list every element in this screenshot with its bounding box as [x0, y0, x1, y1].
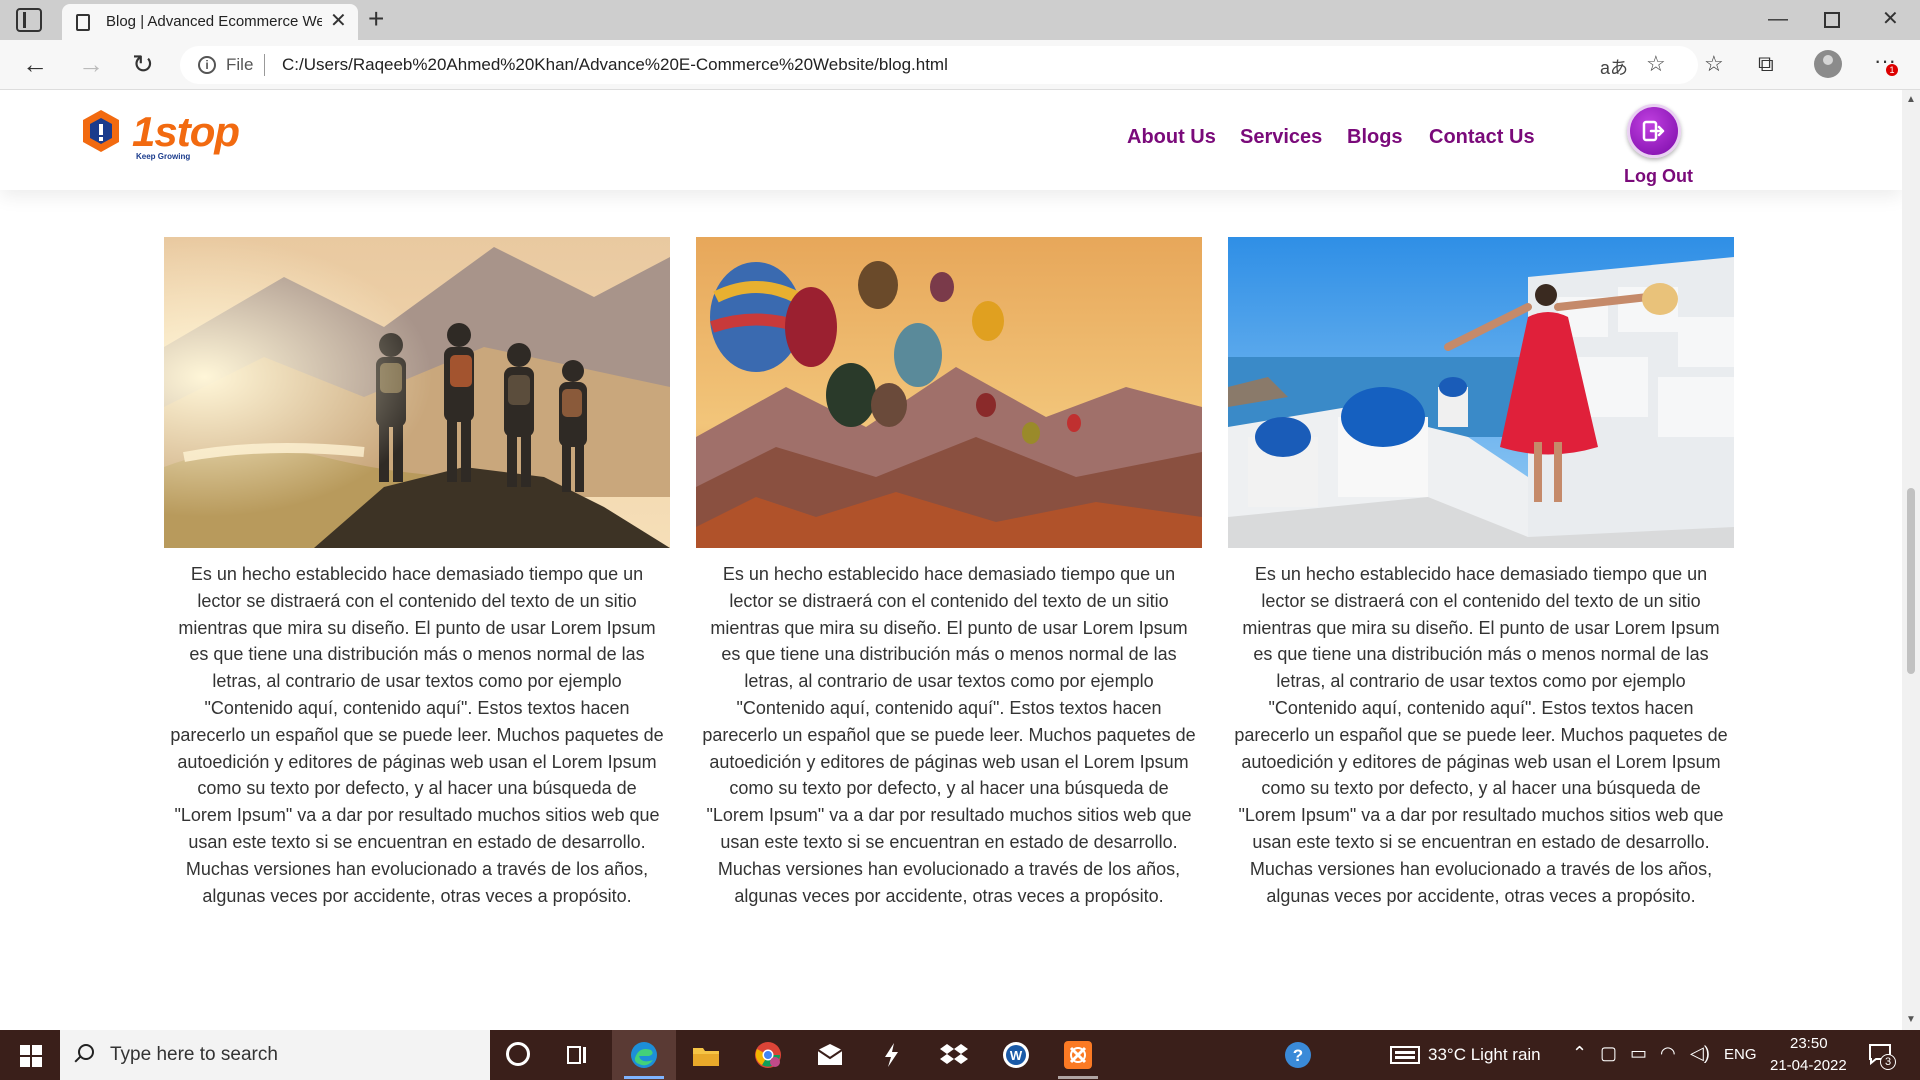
favorite-star-icon[interactable]: ☆ [1646, 51, 1666, 77]
chrome-icon[interactable] [753, 1040, 783, 1070]
taskbar-search-box[interactable]: Type here to search [60, 1030, 490, 1080]
read-aloud-icon[interactable]: aあ [1600, 54, 1628, 80]
file-label: File [226, 55, 254, 74]
browser-toolbar: ← → ↻ i File C:/Users/Raqeeb%20Ahmed%20K… [0, 40, 1920, 90]
nav-blogs[interactable]: Blogs [1347, 126, 1403, 149]
restore-icon[interactable] [1824, 12, 1840, 28]
windows-taskbar: Type here to search W ? 33°C Light rain … [0, 1030, 1920, 1080]
tab-title: Blog | Advanced Ecommerce Website [106, 13, 322, 30]
help-icon[interactable]: ? [1283, 1040, 1313, 1070]
cortana-icon[interactable] [506, 1042, 530, 1066]
svg-text:?: ? [1293, 1046, 1303, 1065]
search-placeholder: Type here to search [110, 1044, 278, 1065]
blog-card: Es un hecho establecido hace demasiado t… [696, 237, 1202, 909]
task-view-icon[interactable] [566, 1044, 588, 1066]
omnibox-divider [264, 54, 265, 76]
logout-icon[interactable] [1627, 104, 1681, 158]
edge-icon[interactable] [629, 1040, 659, 1070]
logout-label[interactable]: Log Out [1624, 166, 1693, 187]
window-close-icon[interactable]: ✕ [1882, 8, 1899, 30]
scroll-up-icon[interactable]: ▲ [1906, 94, 1916, 105]
profile-avatar[interactable] [1814, 50, 1842, 78]
refresh-icon[interactable]: ↻ [132, 50, 154, 78]
xampp-icon[interactable] [1063, 1040, 1093, 1070]
bolt-app-icon[interactable] [877, 1040, 907, 1070]
word-app-icon[interactable]: W [1001, 1040, 1031, 1070]
logo-text: 1stop [132, 108, 240, 155]
address-bar[interactable]: i File C:/Users/Raqeeb%20Ahmed%20Khan/Ad… [180, 46, 1698, 84]
wifi-icon[interactable]: ◠ [1660, 1043, 1676, 1064]
scroll-down-icon[interactable]: ▼ [1906, 1014, 1916, 1025]
battery-icon[interactable]: ▭ [1630, 1043, 1647, 1064]
file-explorer-icon[interactable] [691, 1040, 721, 1070]
browser-tab-bar: Blog | Advanced Ecommerce Website ✕ + — … [0, 0, 1920, 40]
blog-card: Es un hecho establecido hace demasiado t… [164, 237, 670, 909]
nav-services[interactable]: Services [1240, 126, 1322, 149]
nav-contact-us[interactable]: Contact Us [1429, 126, 1535, 149]
weather-text[interactable]: 33°C Light rain [1428, 1045, 1541, 1065]
notification-badge: 1 [1886, 64, 1898, 76]
volume-icon[interactable]: ◁) [1690, 1043, 1710, 1064]
blog-card-text: Es un hecho establecido hace demasiado t… [170, 564, 664, 906]
blog-image-hikers[interactable] [164, 237, 670, 548]
clock-time[interactable]: 23:50 [1790, 1035, 1828, 1052]
clock-date[interactable]: 21-04-2022 [1770, 1057, 1847, 1074]
browser-tab[interactable]: Blog | Advanced Ecommerce Website ✕ [62, 4, 358, 40]
forward-icon[interactable]: → [78, 50, 104, 78]
dropbox-icon[interactable] [939, 1040, 969, 1070]
blog-card: Es un hecho establecido hace demasiado t… [1228, 237, 1734, 909]
site-header: 1stop Keep Growing About Us Services Blo… [0, 90, 1902, 190]
minimize-icon[interactable]: — [1768, 8, 1788, 30]
svg-text:W: W [1010, 1048, 1023, 1063]
notification-count: 3 [1880, 1054, 1896, 1070]
logo-hexagon-icon [83, 110, 119, 152]
tab-actions-icon[interactable] [16, 8, 42, 32]
new-tab-icon[interactable]: + [368, 4, 384, 34]
logo-tagline: Keep Growing [136, 152, 191, 161]
site-logo[interactable]: 1stop Keep Growing [80, 104, 240, 161]
blog-image-balloons[interactable] [696, 237, 1202, 548]
search-icon [78, 1044, 94, 1060]
info-icon[interactable]: i [198, 56, 216, 74]
url-text[interactable]: C:/Users/Raqeeb%20Ahmed%20Khan/Advance%2… [282, 55, 948, 75]
device-icon[interactable]: ▢ [1600, 1043, 1617, 1064]
collections-icon[interactable]: ⧉ [1758, 52, 1774, 76]
mail-icon[interactable] [815, 1040, 845, 1070]
page-viewport: 1stop Keep Growing About Us Services Blo… [0, 90, 1920, 1030]
tab-close-icon[interactable]: ✕ [330, 10, 347, 32]
nav-about-us[interactable]: About Us [1127, 126, 1216, 149]
language-indicator[interactable]: ENG [1724, 1046, 1757, 1063]
start-button[interactable] [20, 1045, 42, 1067]
favorites-icon[interactable]: ☆ [1704, 52, 1724, 76]
show-hidden-icons-icon[interactable]: ⌃ [1572, 1043, 1587, 1064]
blog-card-text: Es un hecho establecido hace demasiado t… [702, 564, 1196, 906]
scroll-thumb[interactable] [1907, 488, 1915, 674]
back-icon[interactable]: ← [22, 50, 48, 78]
logout-arrow-icon [1642, 120, 1665, 142]
weather-icon[interactable] [1390, 1046, 1420, 1064]
blog-image-santorini[interactable] [1228, 237, 1734, 548]
page-scrollbar[interactable]: ▲ ▼ [1902, 90, 1920, 1030]
active-indicator [624, 1076, 664, 1079]
running-indicator [1058, 1076, 1098, 1079]
blog-card-text: Es un hecho establecido hace demasiado t… [1234, 564, 1728, 906]
page-icon [76, 14, 90, 31]
